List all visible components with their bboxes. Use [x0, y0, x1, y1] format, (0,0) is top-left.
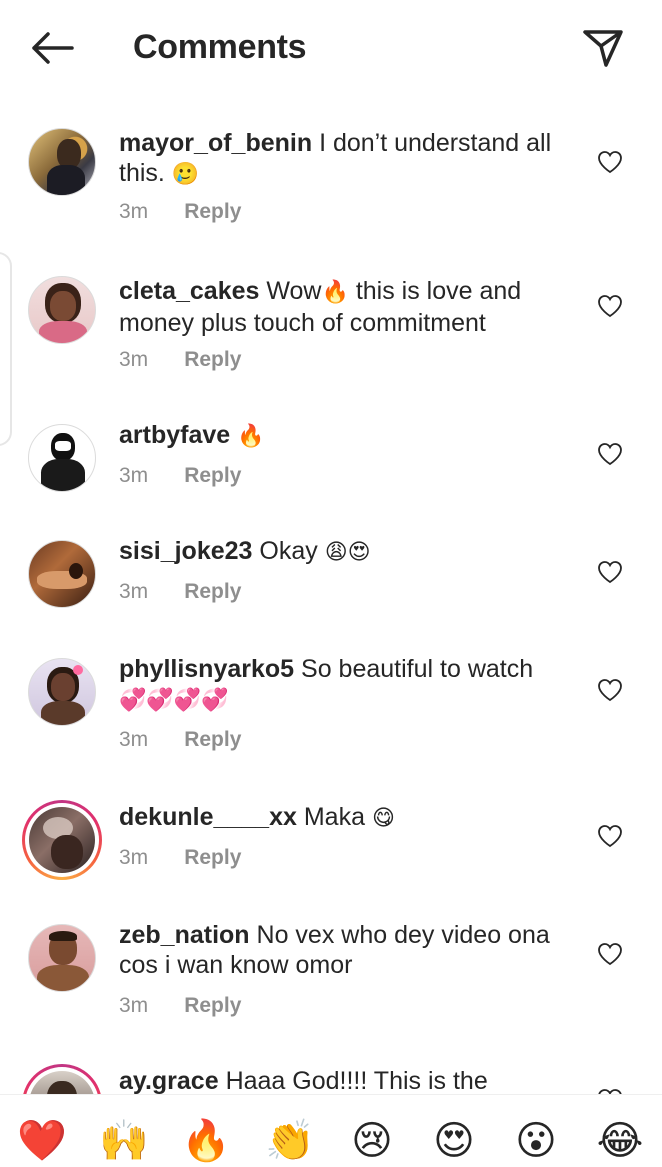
comment-text: ay.grace Haaa God!!!! This is the	[119, 1066, 559, 1094]
header-bar: Comments	[0, 0, 662, 100]
comment-username[interactable]: sisi_joke23	[119, 537, 252, 565]
comment-text: zeb_nation No vex who dey video ona cos …	[119, 920, 559, 980]
comment-emoji: 😩😍	[324, 540, 371, 565]
comment-body: Okay	[259, 537, 318, 565]
comment-time: 3m	[119, 728, 149, 751]
comment-emoji: 😋	[371, 806, 395, 831]
heart-icon[interactable]	[597, 678, 623, 702]
comment-meta: 3m Reply	[119, 846, 241, 870]
avatar	[29, 807, 95, 873]
reaction-raising-hands[interactable]: 🙌	[98, 1115, 150, 1167]
reaction-fire[interactable]: 🔥	[180, 1115, 232, 1167]
avatar[interactable]	[28, 276, 96, 344]
reply-button[interactable]: Reply	[184, 580, 241, 604]
comment-username[interactable]: mayor_of_benin	[119, 129, 312, 157]
comment-emoji: 💞💞💞💞	[119, 688, 229, 713]
comment-time: 3m	[119, 200, 149, 223]
paper-plane-icon	[583, 30, 623, 67]
avatar[interactable]	[28, 924, 96, 992]
comment-meta: 3m Reply	[119, 348, 241, 372]
avatar[interactable]	[28, 658, 96, 726]
comment-username[interactable]: phyllisnyarko5	[119, 655, 294, 683]
reply-button[interactable]: Reply	[184, 464, 241, 488]
comment-text: phyllisnyarko5 So beautiful to watch 💞💞💞…	[119, 654, 559, 716]
reaction-tears-of-joy[interactable]: 😂	[594, 1115, 646, 1167]
heart-icon[interactable]	[597, 560, 623, 584]
reaction-crying-face[interactable]: 😢	[346, 1115, 398, 1167]
heart-icon[interactable]	[597, 294, 623, 318]
reaction-surprised-face[interactable]: 😮	[510, 1115, 562, 1167]
comment-text: sisi_joke23 Okay 😩😍	[119, 536, 559, 568]
comment-time: 3m	[119, 464, 149, 487]
reply-button[interactable]: Reply	[184, 348, 241, 372]
arrow-left-icon	[32, 32, 74, 64]
comment-meta: 3m Reply	[119, 464, 241, 488]
fire-emoji: 🔥	[237, 424, 265, 449]
comment-body: So beautiful to watch	[301, 655, 534, 683]
avatar[interactable]	[28, 128, 96, 196]
comment-time: 3m	[119, 994, 149, 1017]
avatar	[29, 1071, 95, 1094]
comment-time: 3m	[119, 846, 149, 869]
comment-body-lead: Wow	[266, 277, 322, 305]
avatar[interactable]	[28, 424, 96, 492]
comment-meta: 3m Reply	[119, 200, 241, 224]
comment-meta: 3m Reply	[119, 580, 241, 604]
avatar-story-ring[interactable]	[22, 800, 102, 880]
comment-text: mayor_of_benin I don’t understand all th…	[119, 128, 559, 190]
comment-text: cleta_cakes Wow🔥 this is love and money …	[119, 276, 559, 338]
comment-username[interactable]: dekunle____xx	[119, 803, 297, 831]
comment-username[interactable]: ay.grace	[119, 1067, 219, 1094]
reply-button[interactable]: Reply	[184, 728, 241, 752]
page-title: Comments	[133, 28, 307, 66]
comment-text: artbyfave 🔥	[119, 420, 559, 452]
heart-icon[interactable]	[597, 150, 623, 174]
comment-body: Maka	[303, 803, 365, 831]
avatar[interactable]	[28, 540, 96, 608]
fire-emoji: 🔥	[321, 280, 349, 305]
avatar-story-ring[interactable]	[22, 1064, 102, 1094]
comment-meta: 3m Reply	[119, 994, 241, 1018]
reply-button[interactable]: Reply	[184, 200, 241, 224]
reaction-clapping-hands[interactable]: 👏	[264, 1115, 316, 1167]
heart-icon[interactable]	[597, 824, 623, 848]
heart-icon[interactable]	[597, 442, 623, 466]
comments-list: mayor_of_benin I don’t understand all th…	[0, 100, 662, 1094]
comment-emoji: 🥲	[171, 162, 200, 187]
share-button[interactable]	[578, 24, 628, 72]
comment-time: 3m	[119, 348, 149, 371]
back-button[interactable]	[26, 26, 78, 70]
reply-button[interactable]: Reply	[184, 994, 241, 1018]
comment-text: dekunle____xx Maka 😋	[119, 802, 559, 834]
comment-username[interactable]: cleta_cakes	[119, 277, 259, 305]
heart-icon[interactable]	[597, 942, 623, 966]
comment-username[interactable]: artbyfave	[119, 421, 230, 449]
reply-button[interactable]: Reply	[184, 846, 241, 870]
comment-time: 3m	[119, 580, 149, 603]
comment-meta: 3m Reply	[119, 728, 241, 752]
comment-body: Haaa God!!!! This is the	[225, 1067, 488, 1094]
comment-username[interactable]: zeb_nation	[119, 921, 250, 949]
quick-reaction-bar: ❤️ 🙌 🔥 👏 😢 😍 😮 😂	[0, 1094, 662, 1164]
reaction-red-heart[interactable]: ❤️	[16, 1115, 68, 1167]
reaction-heart-eyes[interactable]: 😍	[428, 1115, 480, 1167]
